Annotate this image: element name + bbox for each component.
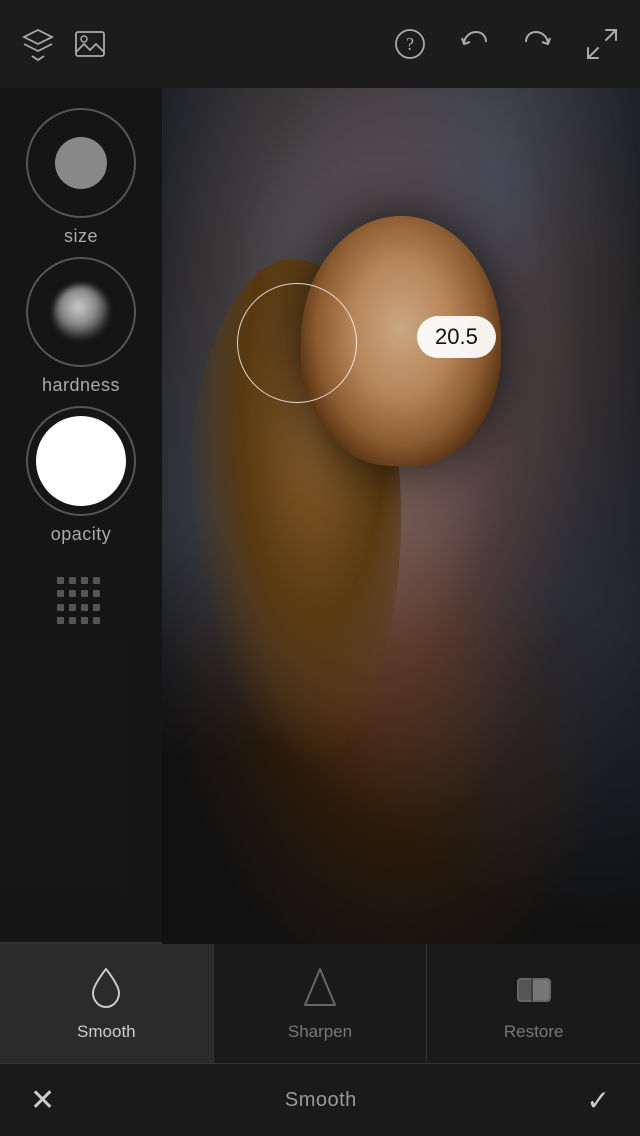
dot	[93, 577, 100, 584]
dot	[69, 604, 76, 611]
opacity-inner-circle	[36, 416, 126, 506]
brush-type-button[interactable]	[51, 571, 111, 631]
bottom-nav: ✕ Smooth ✓	[0, 1064, 640, 1136]
dot	[69, 617, 76, 624]
dot	[93, 604, 100, 611]
hardness-control: hardness	[26, 257, 136, 396]
dot	[81, 604, 88, 611]
dot	[93, 590, 100, 597]
left-panel: size hardness opacity	[0, 88, 162, 944]
layers-button[interactable]	[16, 22, 60, 66]
dot	[81, 617, 88, 624]
sharpen-icon	[301, 965, 339, 1014]
tool-smooth[interactable]: Smooth	[0, 944, 214, 1063]
dot	[81, 577, 88, 584]
opacity-control: opacity	[26, 406, 136, 545]
sharpen-label: Sharpen	[288, 1022, 352, 1042]
cancel-button[interactable]: ✕	[30, 1083, 55, 1118]
svg-text:?: ?	[406, 34, 414, 54]
dot	[69, 590, 76, 597]
panel-border	[0, 942, 162, 944]
toolbar-left	[16, 22, 112, 66]
smooth-icon	[87, 965, 125, 1014]
dot	[57, 617, 64, 624]
dot	[93, 617, 100, 624]
nav-title: Smooth	[285, 1089, 357, 1112]
toolbar-right: ?	[388, 22, 624, 66]
hardness-circle-button[interactable]	[26, 257, 136, 367]
dot	[57, 577, 64, 584]
restore-icon	[514, 965, 554, 1014]
tool-restore[interactable]: Restore	[427, 944, 640, 1063]
restore-label: Restore	[504, 1022, 564, 1042]
opacity-circle-button[interactable]	[26, 406, 136, 516]
hardness-inner-circle	[54, 285, 109, 340]
portrait-background	[162, 88, 640, 944]
tool-sharpen[interactable]: Sharpen	[214, 944, 428, 1063]
help-button[interactable]: ?	[388, 22, 432, 66]
confirm-button[interactable]: ✓	[587, 1084, 610, 1117]
image-button[interactable]	[68, 22, 112, 66]
redo-button[interactable]	[516, 22, 560, 66]
hardness-label: hardness	[42, 375, 120, 396]
dot	[57, 604, 64, 611]
dot	[81, 590, 88, 597]
brush-value-badge: 20.5	[417, 316, 496, 358]
tools-row: Smooth Sharpen Restore	[0, 944, 640, 1064]
photo-canvas[interactable]: 20.5	[162, 88, 640, 944]
size-circle-button[interactable]	[26, 108, 136, 218]
size-inner-circle	[55, 137, 107, 189]
size-control: size	[26, 108, 136, 247]
expand-button[interactable]	[580, 22, 624, 66]
dot	[69, 577, 76, 584]
size-label: size	[64, 226, 98, 247]
top-toolbar: ?	[0, 0, 640, 88]
dot	[57, 590, 64, 597]
opacity-label: opacity	[51, 524, 112, 545]
undo-button[interactable]	[452, 22, 496, 66]
smooth-label: Smooth	[77, 1022, 136, 1042]
bottom-area: Smooth Sharpen Restore	[0, 944, 640, 1136]
